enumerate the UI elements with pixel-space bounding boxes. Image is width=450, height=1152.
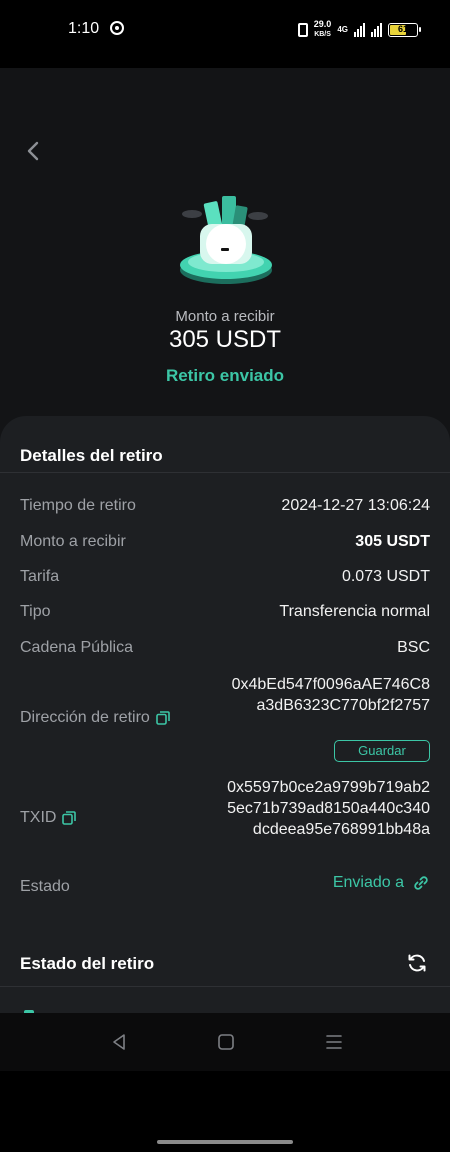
wallet-success-icon (180, 196, 272, 284)
row-value-type: Transferencia normal (279, 603, 430, 620)
amount-label: Monto a recibir (175, 308, 275, 325)
nav-menu-icon[interactable] (322, 1030, 346, 1054)
txid-label: TXID (20, 809, 57, 826)
nav-back-icon[interactable] (107, 1030, 131, 1054)
network-type: 4G (337, 25, 348, 34)
details-divider (0, 472, 450, 473)
link-icon[interactable] (412, 874, 430, 892)
copy-address-icon[interactable] (156, 711, 170, 725)
row-value-time: 2024-12-27 13:06:24 (281, 497, 430, 514)
vibrate-icon (297, 22, 308, 37)
signal-icon-2 (371, 22, 382, 37)
back-arrow-icon[interactable] (22, 140, 44, 162)
row-label-chain: Cadena Pública (20, 639, 133, 656)
battery-icon: 61 (388, 22, 421, 37)
network-speed-unit: KB/S (314, 31, 331, 38)
row-value-chain: BSC (397, 639, 430, 656)
withdrawal-screen: Monto a recibir 305 USDT Retiro enviado … (0, 68, 450, 1013)
row-label-time: Tiempo de retiro (20, 497, 136, 514)
withdraw-status-title: Estado del retiro (20, 954, 155, 973)
system-nav-bar (0, 1013, 450, 1071)
row-value-status[interactable]: Enviado a (333, 874, 430, 892)
refresh-icon[interactable] (406, 952, 428, 974)
network-speed: 29.0 KB/S (314, 20, 332, 39)
row-value-txid: 0x5597b0ce2a9799b719ab25ec71b739ad8150a4… (227, 779, 430, 838)
row-value-amount: 305 USDT (355, 533, 430, 550)
status-indicators: 29.0 KB/S 4G 61 (297, 20, 421, 39)
row-value-address: 0x4bEd547f0096aAE746C8a3dB6323C770bf2f27… (231, 676, 430, 714)
battery-level: 61 (397, 23, 408, 34)
row-label-address: Dirección de retiro (20, 709, 170, 727)
row-value-fee: 0.073 USDT (341, 568, 430, 585)
amount-value: 305 USDT (168, 326, 282, 353)
copy-txid-icon[interactable] (62, 811, 77, 825)
status-bar: 1:10 29.0 KB/S 4G 61 (0, 18, 450, 42)
notification-icon (110, 21, 124, 35)
status-sent-text[interactable]: Enviado a (333, 874, 404, 892)
row-label-status: Estado (20, 878, 70, 895)
nav-home-icon[interactable] (214, 1030, 238, 1054)
details-title: Detalles del retiro (20, 446, 163, 465)
status-time: 1:10 (68, 20, 100, 37)
save-address-button[interactable]: Guardar (334, 740, 430, 762)
row-label-type: Tipo (20, 603, 51, 620)
row-label-fee: Tarifa (20, 568, 60, 585)
address-label: Dirección de retiro (20, 709, 150, 726)
signal-icon-1 (354, 22, 365, 37)
row-label-txid: TXID (20, 809, 77, 827)
row-label-amount: Monto a recibir (20, 533, 126, 550)
home-indicator[interactable] (157, 1140, 293, 1144)
status-divider (0, 986, 450, 987)
network-speed-value: 29.0 (313, 19, 332, 29)
withdrawal-status: Retiro enviado (165, 366, 285, 385)
